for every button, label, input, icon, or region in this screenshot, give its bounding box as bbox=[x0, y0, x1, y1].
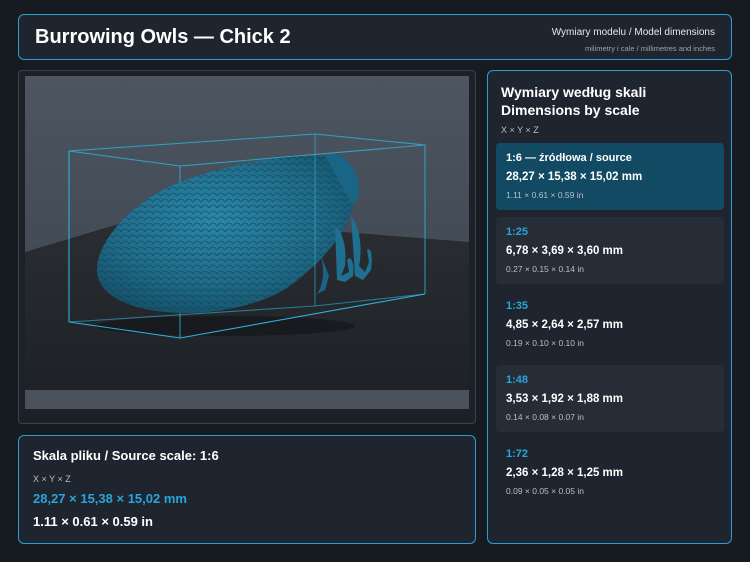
scale-ratio: 1:6 — źródłowa / source bbox=[506, 152, 632, 164]
source-dimensions-inches: 1.11 × 0.61 × 0.59 in bbox=[33, 514, 153, 529]
source-scale-title: Skala pliku / Source scale: 1:6 bbox=[33, 448, 219, 463]
scale-card-1-35[interactable]: 1:35 4,85 × 2,64 × 2,57 mm 0.19 × 0.10 ×… bbox=[496, 291, 724, 358]
scale-card-1-48[interactable]: 1:48 3,53 × 1,92 × 1,88 mm 0.14 × 0.08 ×… bbox=[496, 365, 724, 432]
scale-ratio: 1:35 bbox=[506, 300, 529, 312]
page-title: Burrowing Owls — Chick 2 bbox=[35, 26, 291, 48]
scale-dimensions-inches: 0.27 × 0.15 × 0.14 in bbox=[506, 264, 584, 274]
scale-dimensions-mm: 4,85 × 2,64 × 2,57 mm bbox=[506, 319, 624, 331]
scales-panel: Wymiary według skali Dimensions by scale… bbox=[487, 70, 732, 544]
scales-title: Wymiary według skali Dimensions by scale bbox=[501, 84, 647, 118]
scale-card-1-6[interactable]: 1:6 — źródłowa / source 28,27 × 15,38 × … bbox=[496, 143, 724, 210]
model-viewer[interactable] bbox=[18, 70, 476, 424]
source-axis-label: X × Y × Z bbox=[33, 474, 71, 484]
header-subtitle: Wymiary modelu / Model dimensions bbox=[551, 27, 715, 38]
header-units-note: milimetry i cale / millimetres and inche… bbox=[584, 44, 715, 53]
scale-card-1-25[interactable]: 1:25 6,78 × 3,69 × 3,60 mm 0.27 × 0.15 ×… bbox=[496, 217, 724, 284]
scale-dimensions-mm: 2,36 × 1,28 × 1,25 mm bbox=[506, 467, 624, 479]
source-dimensions-mm: 28,27 × 15,38 × 15,02 mm bbox=[33, 491, 187, 506]
scale-ratio: 1:72 bbox=[506, 448, 529, 460]
header-bar: Burrowing Owls — Chick 2 Wymiary modelu … bbox=[18, 14, 732, 60]
scale-dimensions-inches: 0.14 × 0.08 × 0.07 in bbox=[506, 412, 584, 422]
scale-dimensions-inches: 0.19 × 0.10 × 0.10 in bbox=[506, 338, 584, 348]
scales-axis-label: X × Y × Z bbox=[501, 125, 539, 135]
scale-card-1-72[interactable]: 1:72 2,36 × 1,28 × 1,25 mm 0.09 × 0.05 ×… bbox=[496, 439, 724, 506]
scale-dimensions-mm: 28,27 × 15,38 × 15,02 mm bbox=[506, 171, 643, 183]
scale-dimensions-mm: 3,53 × 1,92 × 1,88 mm bbox=[506, 393, 624, 405]
scale-ratio: 1:25 bbox=[506, 226, 529, 238]
scale-dimensions-mm: 6,78 × 3,69 × 3,60 mm bbox=[506, 245, 624, 257]
scale-dimensions-inches: 1.11 × 0.61 × 0.59 in bbox=[506, 190, 584, 200]
scale-ratio: 1:48 bbox=[506, 374, 529, 386]
scale-dimensions-inches: 0.09 × 0.05 × 0.05 in bbox=[506, 486, 584, 496]
model-render bbox=[25, 76, 469, 409]
source-scale-panel: Skala pliku / Source scale: 1:6 X × Y × … bbox=[18, 435, 476, 544]
